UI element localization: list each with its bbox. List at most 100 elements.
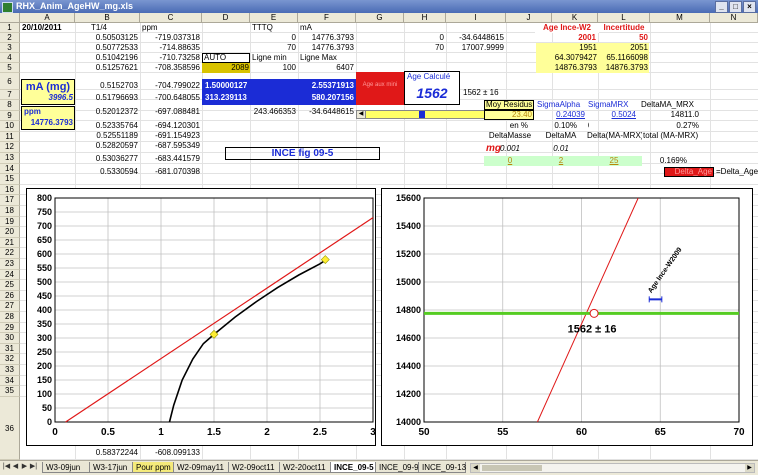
cell-b36[interactable]: 0.58372244 — [75, 448, 139, 458]
cell-m13[interactable]: Delta_Age — [664, 167, 714, 177]
cell-k2[interactable]: 2001 — [552, 33, 597, 43]
cell-h2[interactable]: 0 — [404, 33, 445, 43]
cell-a6[interactable]: mA (mg) — [21, 80, 75, 94]
cell-l3[interactable]: 2051 — [598, 43, 649, 53]
cell-b2[interactable]: 0.50503125 — [75, 33, 139, 43]
cell-l9[interactable]: 0.10% — [587, 121, 589, 131]
column-header[interactable]: G — [356, 13, 404, 23]
column-header[interactable]: B — [75, 13, 140, 23]
next-sheet-button[interactable]: ▶ — [20, 462, 29, 472]
cell-k7[interactable]: SigmaAlpha — [536, 100, 586, 110]
cell-e3[interactable]: 70 — [250, 43, 297, 53]
cell-e1[interactable]: TTTQ — [251, 23, 297, 33]
cell-f2[interactable]: 14776.3793 — [298, 33, 355, 43]
maximize-button[interactable]: □ — [729, 1, 742, 13]
cell-j12[interactable]: 0 — [484, 156, 536, 166]
cell-b3[interactable]: 0.50772533 — [75, 43, 139, 53]
cell-b7[interactable]: 0.51796693 — [75, 93, 139, 103]
cell-h6-label[interactable]: Age Calculé — [406, 72, 458, 82]
cell-k9[interactable]: 0.10% — [536, 121, 578, 131]
row-header[interactable]: 14 — [0, 163, 20, 175]
cell-m9[interactable]: 0.27% — [640, 121, 700, 131]
row-header[interactable]: 28 — [0, 312, 20, 323]
cell-c9[interactable]: -694.120301 — [140, 121, 201, 131]
row-header[interactable]: 18 — [0, 206, 20, 217]
cell-g6[interactable]: Age aux mini — [357, 80, 403, 90]
cell-l10[interactable]: Delta(MA-MRX) — [586, 131, 642, 141]
row-header[interactable]: 36 — [0, 396, 20, 460]
row-header[interactable]: 13 — [0, 153, 20, 164]
cell-b6[interactable]: 0.5152703 — [75, 81, 139, 91]
row-header[interactable]: 27 — [0, 301, 20, 312]
cell-c12[interactable]: -683.441579 — [140, 154, 201, 164]
cell-b11[interactable]: 0.52820597 — [75, 141, 139, 151]
cell-m7[interactable]: DeltaMA_MRX — [640, 100, 706, 110]
row-header[interactable]: 11 — [0, 131, 20, 143]
cell-k8[interactable]: 0.24039 — [536, 110, 586, 120]
cell-k11[interactable]: 0.01 — [536, 144, 586, 154]
cell-b13[interactable]: 0.5330594 — [75, 167, 139, 177]
cell-d5[interactable]: 2089 — [202, 63, 250, 73]
cell-f1[interactable]: mA — [299, 23, 349, 33]
column-header[interactable]: E — [250, 13, 298, 23]
fig-label[interactable]: INCE fig 09-5 — [225, 147, 380, 160]
cell-c8[interactable]: -697.088481 — [140, 107, 201, 117]
horizontal-scrollbar[interactable]: ◀ ▶ — [470, 463, 755, 473]
cell-l7[interactable]: SigmaMRX — [587, 100, 637, 110]
hscroll-thumb[interactable] — [482, 465, 542, 471]
row-header[interactable]: 31 — [0, 343, 20, 355]
hscroll-left-arrow[interactable]: ◀ — [471, 464, 480, 472]
cell-j11[interactable]: 0.001 — [484, 144, 536, 154]
row-header[interactable]: 34 — [0, 375, 20, 387]
cell-b1[interactable]: T1/4 — [90, 23, 140, 33]
left-chart[interactable]: 0 50 100 150 200 250 300 350 400 450 500 550 600 650 7… — [26, 188, 376, 446]
cell-i3[interactable]: 17007.9999 — [446, 43, 505, 53]
column-header[interactable]: C — [140, 13, 202, 23]
cell-i2[interactable]: -34.6448615 — [446, 33, 505, 43]
row-header[interactable]: 22 — [0, 248, 20, 259]
cell-a9[interactable]: 14776.3793 — [22, 118, 74, 128]
row-header[interactable]: 16 — [0, 184, 20, 196]
hscroll-right-arrow[interactable]: ▶ — [745, 464, 754, 472]
cell-b12[interactable]: 0.53036277 — [75, 154, 139, 164]
cell-e5[interactable]: 100 — [250, 63, 297, 73]
cell-j10[interactable]: DeltaMasse — [484, 131, 536, 141]
cell-f3[interactable]: 14776.3793 — [298, 43, 355, 53]
column-header[interactable]: I — [446, 13, 506, 23]
cell-l12[interactable]: 25 — [586, 156, 642, 166]
cell-m10[interactable]: total (MA-MRX) — [642, 131, 704, 141]
cell-k4[interactable]: 64.3079427 — [536, 53, 598, 63]
cell-d7[interactable]: 313.239113 — [204, 93, 264, 103]
sheet-tab[interactable]: W3-09jun — [42, 462, 90, 473]
cell-f7[interactable]: 580.207156 — [298, 93, 355, 103]
column-header[interactable]: D — [202, 13, 250, 23]
cell-c1[interactable]: ppm — [141, 23, 191, 33]
sheet-tab[interactable]: INCE_09-13 — [418, 462, 466, 473]
cell-l1[interactable]: Incertitude — [599, 23, 649, 33]
cell-k10[interactable]: DeltaMA — [536, 131, 586, 141]
row-header[interactable]: 19 — [0, 216, 20, 228]
cell-k12[interactable]: 2 — [536, 156, 586, 166]
sheet-tab-active[interactable]: INCE_09-5 — [330, 462, 376, 473]
sheet-tab[interactable]: W3-17jun — [89, 462, 133, 473]
cell-c7[interactable]: -700.648055 — [140, 93, 201, 103]
row-header[interactable]: 9 — [0, 110, 20, 122]
column-header[interactable]: J — [506, 13, 552, 23]
cell-c6[interactable]: -704.799022 — [140, 81, 201, 91]
cell-c36[interactable]: -608.099133 — [140, 448, 201, 458]
row-header[interactable]: 12 — [0, 142, 20, 153]
row-header[interactable]: 21 — [0, 237, 20, 249]
cell-b5[interactable]: 0.51257621 — [75, 63, 139, 73]
row-header[interactable]: 7 — [0, 90, 20, 100]
row-header[interactable]: 33 — [0, 365, 20, 376]
row-header[interactable]: 2 — [0, 33, 20, 43]
cell-c3[interactable]: -714.88635 — [140, 43, 201, 53]
row-header[interactable]: 23 — [0, 259, 20, 270]
sheet-tab[interactable]: INCE_09-9 — [375, 462, 419, 473]
sheet-tab[interactable]: W2-09oct11 — [228, 462, 280, 473]
cell-b10[interactable]: 0.52551189 — [75, 131, 139, 141]
cell-j9[interactable]: en % — [484, 121, 529, 131]
cell-f5[interactable]: 6407 — [298, 63, 355, 73]
cell-c5[interactable]: -708.358596 — [140, 63, 201, 73]
row-header[interactable]: 35 — [0, 386, 20, 397]
